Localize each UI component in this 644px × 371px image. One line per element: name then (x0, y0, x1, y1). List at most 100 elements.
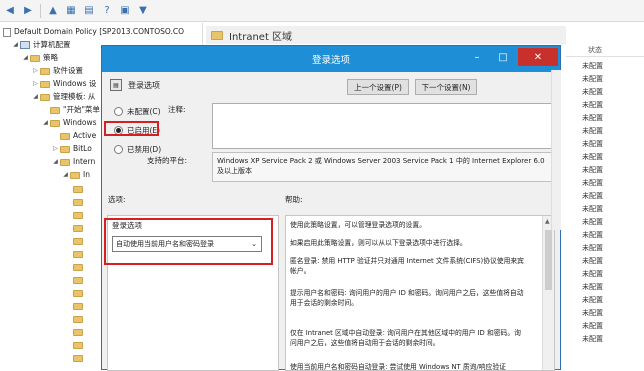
status-column-header[interactable]: 状态 (566, 43, 644, 57)
dialog-titlebar[interactable]: 登录选项 – □ ✕ (102, 46, 560, 72)
tree-item-admin-templates[interactable]: ◢ 管理模板: 从 (32, 91, 95, 103)
close-icon[interactable]: ✕ (518, 48, 558, 66)
supported-platforms-label: 支持的平台: (147, 156, 188, 165)
filter-icon[interactable]: ▼ (135, 3, 151, 19)
expand-arrow-icon[interactable]: ▷ (32, 65, 39, 77)
tree-item-start-menu[interactable]: "开始"菜单 (42, 104, 100, 116)
folder-icon (70, 171, 80, 179)
status-cell: 未配置 (582, 114, 603, 122)
tree-item-folder[interactable] (72, 183, 86, 195)
collapse-arrow-icon[interactable]: ◢ (52, 156, 59, 168)
help-label: 帮助: (285, 195, 303, 204)
tree-item-folder[interactable] (72, 287, 86, 299)
tree-item-folder[interactable] (72, 313, 86, 325)
tree-item-label: 管理模板: 从 (53, 92, 96, 101)
options-highlight-box (104, 218, 273, 265)
tree-item-folder[interactable] (72, 196, 86, 208)
tree-item-internet-control-panel[interactable]: ◢ In (62, 169, 90, 181)
radio-not-configured[interactable]: 未配置(C) (114, 106, 161, 117)
status-cell: 未配置 (582, 218, 603, 226)
folder-icon (50, 106, 60, 114)
folder-icon (73, 289, 83, 297)
forward-icon[interactable]: ▶ (20, 3, 36, 19)
back-icon[interactable]: ◀ (2, 3, 18, 19)
tree-item-folder[interactable] (72, 326, 86, 338)
tree-item-label: Active (73, 131, 97, 140)
up-folder-icon[interactable]: ▲ (45, 3, 61, 19)
tree-item-activex[interactable]: Active (52, 130, 96, 142)
export-list-icon[interactable]: ▤ (81, 3, 97, 19)
minimize-icon[interactable]: – (464, 48, 490, 66)
radio-disabled[interactable]: 已禁用(D) (114, 144, 161, 155)
tree-item-folder[interactable] (72, 261, 86, 273)
tree-item-label: 计算机配置 (33, 40, 71, 49)
tree-item-software-settings[interactable]: ▷ 软件设置 (32, 65, 83, 77)
show-tree-icon[interactable]: ▦ (63, 3, 79, 19)
tree-item-folder[interactable] (72, 339, 86, 351)
status-cell: 未配置 (582, 322, 603, 330)
tree-root[interactable]: Default Domain Policy [SP2013.CONTOSO.CO (2, 26, 184, 38)
folder-icon (73, 354, 83, 362)
scroll-up-icon[interactable]: ▲ (545, 218, 550, 225)
tree-item-policies[interactable]: ◢ 策略 (22, 52, 58, 64)
policy-setting-dialog: 登录选项 – □ ✕ ▤ 登录选项 上一个设置(P) 下一个设置(N) 未配置(… (101, 45, 561, 371)
tree-item-folder[interactable] (72, 209, 86, 221)
folder-icon (60, 132, 70, 140)
tree-item-windows-components[interactable]: ◢ Windows (42, 117, 96, 129)
scroll-thumb[interactable] (545, 230, 552, 290)
tree-item-windows-settings[interactable]: ▷ Windows 设 (32, 78, 96, 90)
folder-icon (73, 198, 83, 206)
tree-item-label: Windows 设 (53, 79, 97, 88)
status-cell: 未配置 (582, 127, 603, 135)
collapse-arrow-icon[interactable]: ◢ (32, 91, 39, 103)
supported-platforms-text: Windows XP Service Pack 2 或 Windows Serv… (212, 152, 555, 182)
radio-label: 未配置(C) (127, 107, 161, 116)
tree-item-computer-config[interactable]: ◢ 计算机配置 (12, 39, 71, 51)
tree-item-folder[interactable] (72, 274, 86, 286)
expand-arrow-icon[interactable]: ▷ (52, 143, 59, 155)
folder-icon (73, 263, 83, 271)
previous-setting-button[interactable]: 上一个设置(P) (347, 79, 409, 95)
zone-title: Intranet 区域 (229, 31, 293, 43)
status-cell: 未配置 (582, 231, 603, 239)
tree-item-folder[interactable] (72, 235, 86, 247)
folder-icon (73, 237, 83, 245)
tree-item-label: 软件设置 (53, 66, 83, 75)
folder-icon (73, 315, 83, 323)
comment-textarea[interactable] (212, 103, 555, 149)
next-setting-button[interactable]: 下一个设置(N) (415, 79, 477, 95)
toolbar-divider (40, 3, 41, 18)
folder-icon (73, 224, 83, 232)
radio-circle[interactable] (114, 145, 123, 154)
tree-item-folder[interactable] (72, 248, 86, 260)
status-cell: 未配置 (582, 192, 603, 200)
tree-item-folder[interactable] (72, 222, 86, 234)
status-cell: 未配置 (582, 296, 603, 304)
folder-icon (73, 185, 83, 193)
tree-item-bitlocker[interactable]: ▷ BitLo (52, 143, 92, 155)
collapse-arrow-icon[interactable]: ◢ (22, 52, 29, 64)
status-cell: 未配置 (582, 283, 603, 291)
folder-icon (73, 328, 83, 336)
expand-arrow-icon[interactable]: ▷ (32, 78, 39, 90)
zone-header: Intranet 区域 (206, 26, 566, 44)
tree-item-folder[interactable] (72, 300, 86, 312)
tree-item-internet-explorer[interactable]: ◢ Intern (52, 156, 95, 168)
folder-icon (50, 119, 60, 127)
tree-item-folder[interactable] (72, 352, 86, 364)
tree-item-label: Windows (63, 118, 97, 127)
help-scrollbar[interactable]: ▲ (542, 216, 554, 370)
dialog-scrollbar[interactable] (551, 70, 561, 230)
status-cell: 未配置 (582, 62, 603, 70)
help-icon[interactable]: ? (99, 3, 115, 19)
properties-icon[interactable]: ▣ (117, 3, 133, 19)
help-paragraph: 提示用户名和密码: 询问用户的用户 ID 和密码。询问用户之后，这些值将自动用于… (290, 289, 524, 307)
options-label: 选项: (108, 195, 126, 204)
collapse-arrow-icon[interactable]: ◢ (62, 169, 69, 181)
status-cell: 未配置 (582, 309, 603, 317)
setting-header: ▤ 登录选项 (110, 79, 160, 91)
collapse-arrow-icon[interactable]: ◢ (12, 39, 19, 51)
maximize-icon[interactable]: □ (490, 48, 516, 66)
radio-circle[interactable] (114, 107, 123, 116)
collapse-arrow-icon[interactable]: ◢ (42, 117, 49, 129)
